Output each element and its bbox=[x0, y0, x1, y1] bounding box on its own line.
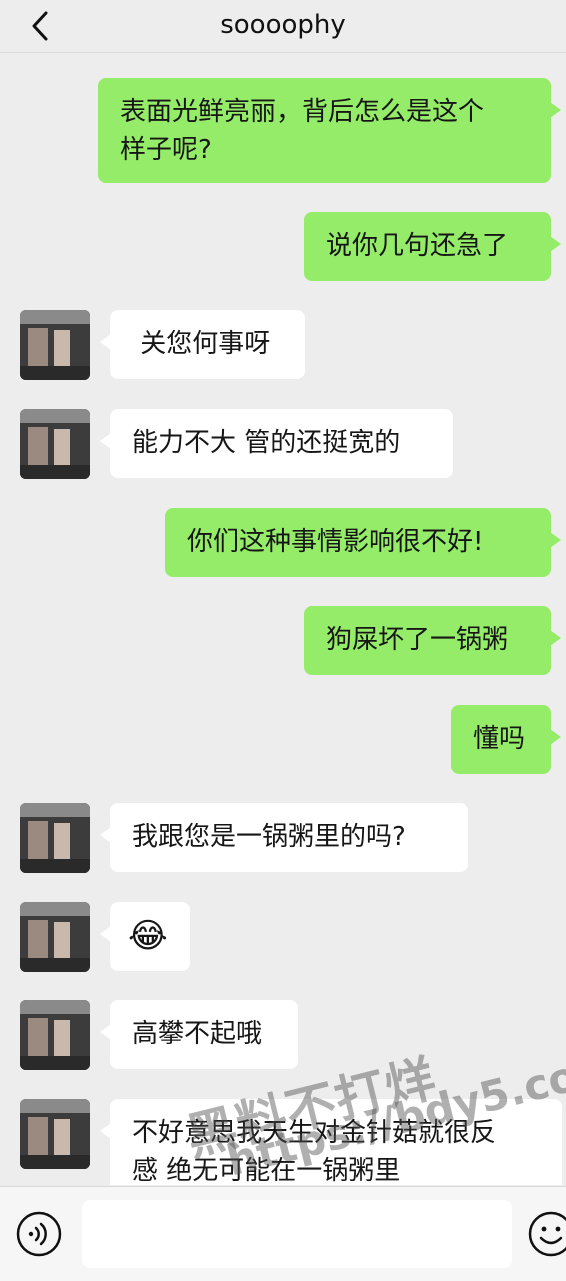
chat-title: soooophy bbox=[220, 10, 346, 40]
incoming-message[interactable]: 关您何事呀 bbox=[100, 310, 305, 379]
message-list[interactable]: 表面光鲜亮丽，背后怎么是这个 样子呢? 说你几句还急了 关您何事呀 能力不大 管… bbox=[0, 53, 566, 1185]
face-with-tears-of-joy-icon: 😂 bbox=[128, 916, 168, 956]
message-text: 表面光鲜亮丽，背后怎么是这个 样子呢? bbox=[120, 97, 485, 165]
avatar-photo bbox=[20, 1000, 90, 1070]
incoming-message[interactable]: 我跟您是一锅粥里的吗? bbox=[100, 803, 468, 872]
avatar[interactable] bbox=[20, 803, 90, 873]
avatar-photo bbox=[20, 902, 90, 972]
message-text: 你们这种事情影响很不好! bbox=[187, 527, 484, 557]
incoming-message[interactable]: 😂 bbox=[100, 902, 190, 971]
incoming-message[interactable]: 能力不大 管的还挺宽的 bbox=[100, 409, 453, 478]
voice-icon bbox=[16, 1211, 62, 1257]
outgoing-message[interactable]: 表面光鲜亮丽，背后怎么是这个 样子呢? bbox=[98, 78, 561, 183]
voice-button[interactable] bbox=[16, 1211, 62, 1257]
emoji-button[interactable] bbox=[528, 1211, 566, 1257]
avatar[interactable] bbox=[20, 902, 90, 972]
message-text: 说你几句还急了 bbox=[326, 231, 509, 261]
avatar-photo bbox=[20, 803, 90, 873]
message-text: 我跟您是一锅粥里的吗? bbox=[132, 822, 406, 852]
avatar[interactable] bbox=[20, 1099, 90, 1169]
message-text: 关您何事呀 bbox=[132, 329, 271, 359]
message-text: 懂吗 bbox=[473, 724, 526, 754]
message-text: 能力不大 管的还挺宽的 bbox=[132, 428, 401, 458]
avatar[interactable] bbox=[20, 409, 90, 479]
avatar-photo bbox=[20, 409, 90, 479]
avatar[interactable] bbox=[20, 1000, 90, 1070]
outgoing-message[interactable]: 狗屎坏了一锅粥 bbox=[304, 606, 561, 675]
avatar-photo bbox=[20, 1099, 90, 1169]
input-bar bbox=[0, 1186, 566, 1281]
chat-header: soooophy bbox=[0, 0, 566, 53]
outgoing-message[interactable]: 你们这种事情影响很不好! bbox=[165, 508, 561, 577]
avatar-photo bbox=[20, 310, 90, 380]
message-text: 狗屎坏了一锅粥 bbox=[326, 625, 509, 655]
incoming-message[interactable]: 高攀不起哦 bbox=[100, 1000, 298, 1069]
emoji-icon bbox=[528, 1211, 566, 1257]
outgoing-message[interactable]: 懂吗 bbox=[451, 705, 561, 774]
message-text: 高攀不起哦 bbox=[132, 1019, 263, 1049]
avatar[interactable] bbox=[20, 310, 90, 380]
message-input[interactable] bbox=[82, 1200, 512, 1268]
outgoing-message[interactable]: 说你几句还急了 bbox=[304, 212, 561, 281]
